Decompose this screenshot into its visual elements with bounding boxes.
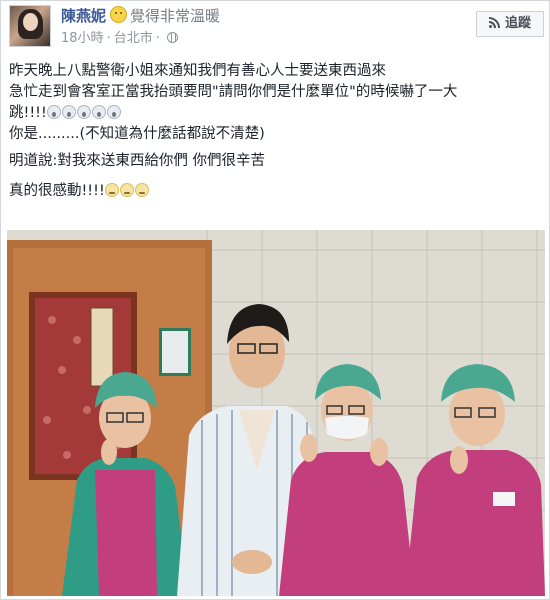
post-location[interactable]: 台北市	[114, 31, 153, 46]
post-header: 陳燕妮 覺得非常溫暖 18小時 · 台北市 · 追蹤	[9, 5, 545, 55]
post-line-5: 明道說:對我來送東西給你們 你們很辛苦	[9, 153, 265, 169]
post-photo[interactable]	[7, 230, 545, 596]
post-line-2: 急忙走到會客室正當我抬頭要問"請問你們是什麼單位"的時候嚇了一大	[9, 84, 458, 100]
sad-face-icon	[104, 183, 119, 197]
post-text: 昨天晚上八點警衛小姐來通知我們有善心人士要送東西過來 急忙走到會客室正當我抬頭要…	[9, 61, 545, 202]
post-line-6-text: 真的很感動!!!!	[9, 183, 105, 199]
post-line-3-text: 跳!!!!	[9, 105, 47, 121]
feeling-text[interactable]: 覺得非常溫暖	[130, 7, 220, 25]
follow-label: 追蹤	[504, 16, 531, 31]
relieved-face-icon	[110, 6, 128, 23]
photo-illustration	[7, 230, 545, 596]
meta-separator: ·	[106, 31, 111, 46]
meta-separator-2: ·	[155, 31, 160, 46]
face-screaming-icon	[76, 105, 91, 119]
post-line-3: 跳!!!!	[9, 103, 545, 124]
author-line: 陳燕妮 覺得非常溫暖	[61, 5, 220, 27]
globe-icon[interactable]	[166, 32, 178, 43]
avatar-face	[23, 13, 38, 31]
post-line-1: 昨天晚上八點警衛小姐來通知我們有善心人士要送東西過來	[9, 63, 386, 79]
author-name[interactable]: 陳燕妮	[61, 7, 106, 25]
rss-icon	[488, 17, 500, 28]
post-meta: 18小時 · 台北市 ·	[61, 30, 178, 48]
post-time[interactable]: 18小時	[61, 31, 104, 46]
face-screaming-icon	[91, 105, 106, 119]
face-screaming-icon	[106, 105, 121, 119]
face-screaming-icon	[61, 105, 76, 119]
sad-face-icon	[134, 183, 149, 197]
post-card: 陳燕妮 覺得非常溫暖 18小時 · 台北市 · 追蹤 昨天晚上八點警衛小姐來通知我們有善…	[0, 0, 550, 600]
post-line-6: 真的很感動!!!!	[9, 181, 545, 202]
post-line-4: 你是.........(不知道為什麼話都說不清楚)	[9, 126, 265, 142]
follow-button[interactable]: 追蹤	[476, 11, 544, 37]
author-avatar[interactable]	[9, 5, 51, 47]
face-screaming-icon	[46, 105, 61, 119]
sad-face-icon	[119, 183, 134, 197]
